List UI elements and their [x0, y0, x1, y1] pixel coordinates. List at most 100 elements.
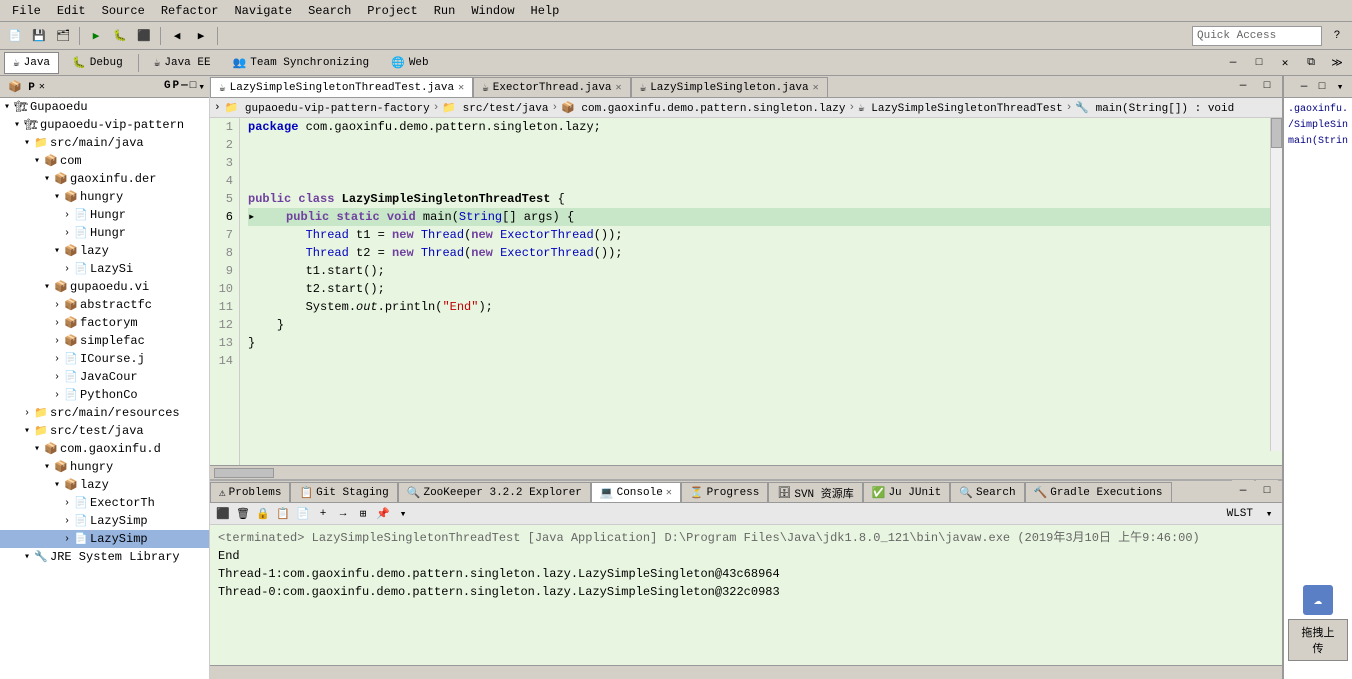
toolbar-new[interactable]: 📄	[4, 25, 26, 47]
tree-lazysimp1[interactable]: › 📄 LazySimp	[0, 512, 209, 530]
tree-pythonco[interactable]: › 📄 PythonCo	[0, 386, 209, 404]
console-tab-zookeeper[interactable]: 🔍 ZooKeeper 3.2.2 Explorer	[398, 482, 591, 502]
console-copy-btn[interactable]: 📋	[274, 505, 292, 523]
editor-tab-lazysingleton[interactable]: ☕ LazySimpleSingleton.java ✕	[631, 77, 828, 97]
code-lines[interactable]: package com.gaoxinfu.demo.pattern.single…	[240, 118, 1282, 465]
tree-gupaoedu[interactable]: ▾ 🏗 Gupaoedu	[0, 98, 209, 116]
wlst-down-btn[interactable]: ▾	[1260, 505, 1278, 523]
perspective-java[interactable]: ☕ Java	[4, 52, 59, 74]
bread-pkg[interactable]: 📦 com.gaoxinfu.demo.pattern.singleton.la…	[561, 101, 845, 115]
tree-lazysi-main[interactable]: › 📄 LazySi	[0, 260, 209, 278]
console-tab-gradle[interactable]: 🔨 Gradle Executions	[1025, 482, 1172, 502]
sidebar-tab-git[interactable]: G	[164, 80, 171, 94]
console-hscroll[interactable]	[210, 665, 1282, 679]
tree-src-main-res[interactable]: › 📁 src/main/resources	[0, 404, 209, 422]
close-icon[interactable]: ✕	[39, 81, 45, 93]
tree-lazysimp2[interactable]: › 📄 LazySimp	[0, 530, 209, 548]
tree-src-main-java[interactable]: ▾ 📁 src/main/java	[0, 134, 209, 152]
editor-max-btn[interactable]: □	[1256, 76, 1278, 97]
tree-hungry[interactable]: ▾ 📦 hungry	[0, 188, 209, 206]
console-max-btn[interactable]: □	[1256, 480, 1278, 502]
toolbar-debug[interactable]: 🐛	[109, 25, 131, 47]
rp-max-btn[interactable]: □	[1314, 79, 1330, 95]
tree-com[interactable]: ▾ 📦 com	[0, 152, 209, 170]
hscroll-thumb[interactable]	[214, 468, 274, 478]
tab-close-icon[interactable]: ✕	[666, 487, 672, 499]
tree-gupaoedu-vip[interactable]: ▾ 🏗 gupaoedu-vip-pattern	[0, 116, 209, 134]
sidebar-viewmenu[interactable]: ▾	[198, 80, 205, 94]
toolbar-back[interactable]: ◀	[166, 25, 188, 47]
console-tab-svn[interactable]: 🗄 SVN 资源库	[768, 482, 862, 502]
tab-close-icon[interactable]: ✕	[813, 82, 819, 94]
menu-project[interactable]: Project	[359, 2, 425, 20]
console-menu-btn[interactable]: ▾	[394, 505, 412, 523]
sidebar-tab-proj[interactable]: P	[173, 80, 180, 94]
console-split-btn[interactable]: ⊞	[354, 505, 372, 523]
tree-exectorth[interactable]: › 📄 ExectorTh	[0, 494, 209, 512]
maximize-btn[interactable]: □	[1248, 52, 1270, 74]
vscroll-thumb[interactable]	[1271, 118, 1282, 148]
close-btn[interactable]: ✕	[1274, 52, 1296, 74]
tree-com-gaoxinfu-d[interactable]: ▾ 📦 com.gaoxinfu.d	[0, 440, 209, 458]
tree-gupaoedu-vi[interactable]: ▾ 📦 gupaoedu.vi	[0, 278, 209, 296]
console-tab-git[interactable]: 📋 Git Staging	[290, 482, 397, 502]
minimize-btn[interactable]: —	[1222, 52, 1244, 74]
toolbar-run[interactable]: ▶	[85, 25, 107, 47]
tab-close-icon[interactable]: ✕	[458, 82, 464, 94]
editor-hscroll[interactable]	[210, 465, 1282, 479]
tab-close-icon[interactable]: ✕	[616, 82, 622, 94]
rp-min-btn[interactable]: —	[1296, 79, 1312, 95]
rp-view-btn[interactable]: ▾	[1332, 79, 1348, 95]
tree-simplefac[interactable]: › 📦 simplefac	[0, 332, 209, 350]
menu-file[interactable]: File	[4, 2, 49, 20]
bread-class[interactable]: ☕ LazySimpleSingletonThreadTest	[858, 101, 1063, 115]
toolbar-save[interactable]: 💾	[28, 25, 50, 47]
console-tab-console[interactable]: 💻 Console ✕	[591, 482, 681, 502]
quick-access-input[interactable]: Quick Access	[1192, 26, 1322, 46]
console-tab-problems[interactable]: ⚠ Problems	[210, 482, 290, 502]
tree-src-test-java[interactable]: ▾ 📁 src/test/java	[0, 422, 209, 440]
perspective-javaee[interactable]: ☕ Java EE	[145, 52, 220, 74]
tree-gaoxinfu-der[interactable]: ▾ 📦 gaoxinfu.der	[0, 170, 209, 188]
console-stop-btn[interactable]: ⬛	[214, 505, 232, 523]
menu-refactor[interactable]: Refactor	[153, 2, 227, 20]
tree-hungr2[interactable]: › 📄 Hungr	[0, 224, 209, 242]
console-min-btn[interactable]: —	[1232, 480, 1254, 502]
console-content[interactable]: <terminated> LazySimpleSingletonThreadTe…	[210, 525, 1282, 665]
sidebar-minimize[interactable]: —	[181, 80, 188, 94]
code-editor[interactable]: 1 2 3 4 5 6 7 8 9 10 11 12 13	[210, 118, 1282, 465]
sidebar-tab-package[interactable]: 📦 P ✕	[4, 78, 49, 96]
tree-jre-system[interactable]: ▾ 🔧 JRE System Library	[0, 548, 209, 566]
menu-window[interactable]: Window	[463, 2, 522, 20]
editor-min-btn[interactable]: —	[1232, 76, 1254, 97]
console-paste-btn[interactable]: 📄	[294, 505, 312, 523]
bread-src[interactable]: 📁 src/test/java	[442, 101, 548, 115]
tree-abstractfc[interactable]: › 📦 abstractfc	[0, 296, 209, 314]
console-pin-btn[interactable]: 📌	[374, 505, 392, 523]
upload-btn[interactable]: 拖拽上传	[1288, 619, 1348, 661]
tree-lazy-test[interactable]: ▾ 📦 lazy	[0, 476, 209, 494]
tree-lazy[interactable]: ▾ 📦 lazy	[0, 242, 209, 260]
console-scroll-lock[interactable]: 🔒	[254, 505, 272, 523]
console-clear-btn[interactable]: 🗑	[234, 505, 252, 523]
toolbar-stop[interactable]: ⬛	[133, 25, 155, 47]
bread-method[interactable]: 🔧 main(String[]) : void	[1075, 101, 1234, 115]
menu-run[interactable]: Run	[426, 2, 464, 20]
console-new-btn[interactable]: +	[314, 505, 332, 523]
toolbar-save-all[interactable]: 🗂	[52, 25, 74, 47]
view-menu-btn[interactable]: ≫	[1326, 52, 1348, 74]
editor-vscroll[interactable]	[1270, 118, 1282, 451]
editor-tab-exector[interactable]: ☕ ExectorThread.java ✕	[473, 77, 630, 97]
editor-tab-lazysimple[interactable]: ☕ LazySimpleSingletonThreadTest.java ✕	[210, 77, 473, 97]
menu-help[interactable]: Help	[523, 2, 568, 20]
menu-edit[interactable]: Edit	[49, 2, 94, 20]
wlst-btn[interactable]: WLST	[1222, 505, 1258, 523]
tree-icourse[interactable]: › 📄 ICourse.j	[0, 350, 209, 368]
perspective-debug[interactable]: 🐛 Debug	[63, 52, 132, 74]
menu-navigate[interactable]: Navigate	[226, 2, 300, 20]
restore-btn[interactable]: ⧉	[1300, 52, 1322, 74]
console-tab-search[interactable]: 🔍 Search	[950, 482, 1024, 502]
console-goto-btn[interactable]: →	[334, 505, 352, 523]
perspective-team-sync[interactable]: 👥 Team Synchronizing	[224, 52, 379, 74]
sidebar-maximize[interactable]: □	[190, 80, 197, 94]
